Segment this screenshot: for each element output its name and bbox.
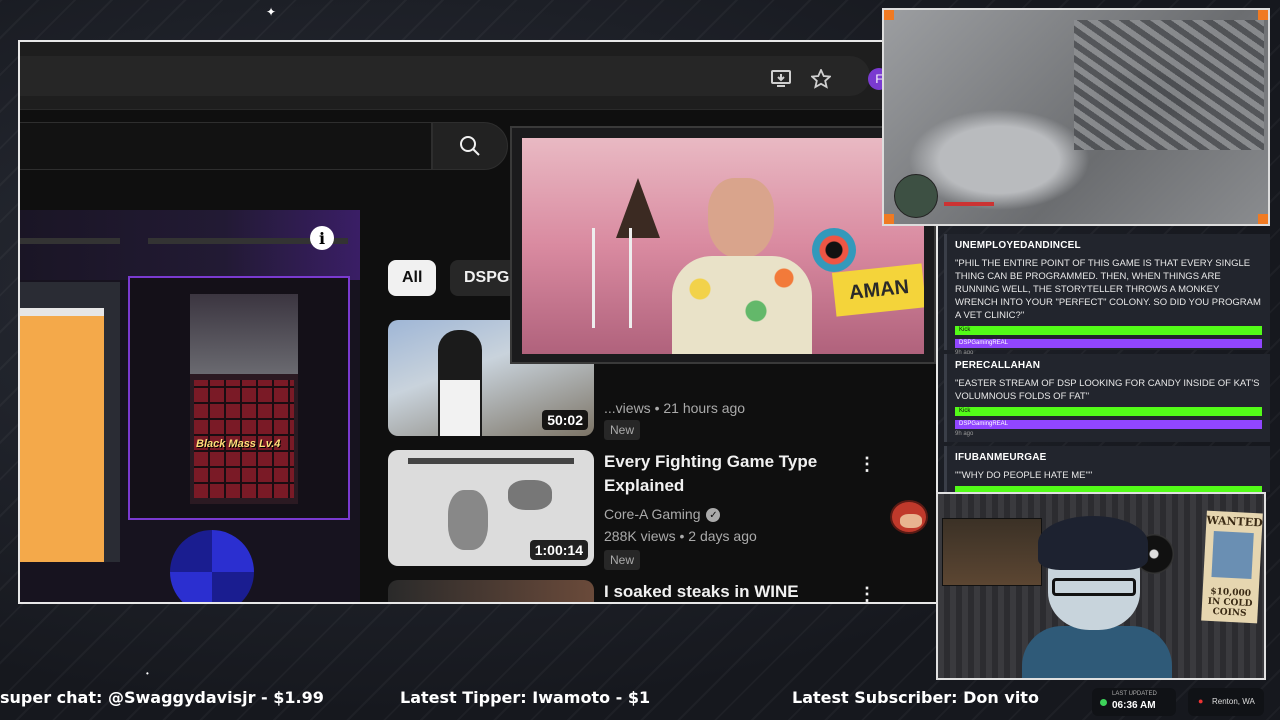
more-options-icon[interactable]: ⋮ (858, 454, 876, 475)
channel-label[interactable]: Core-A Gaming (604, 506, 700, 522)
game-level-label: Black Mass Lv.4 (196, 438, 281, 450)
new-badge: New (604, 550, 641, 570)
frame-corner (1258, 10, 1268, 20)
video-meta: ...views • 21 hours ago (604, 400, 746, 416)
sparkle-icon: • (146, 669, 149, 678)
address-bar[interactable] (20, 56, 870, 96)
channel-tag: DSPGamingREAL (955, 420, 1262, 429)
browser-toolbar: F (20, 42, 936, 110)
game-ruins (1074, 20, 1264, 150)
chat-text: "EASTER STREAM OF DSP LOOKING FOR CANDY … (955, 378, 1260, 402)
chat-username: IFUBANMEURGAE (955, 452, 1047, 463)
install-app-icon[interactable] (770, 68, 792, 90)
status-dot-icon (1100, 699, 1107, 706)
wanted-poster: WANTED $10,000 IN COLD COINS (1201, 510, 1264, 624)
bookmark-star-icon[interactable] (810, 68, 832, 90)
minimap (894, 174, 938, 218)
video-duration: 50:02 (542, 410, 588, 430)
latest-subscriber: Latest Subscriber: Don vito (792, 688, 1039, 707)
location-label: Renton, WA (1212, 697, 1255, 706)
wheel-graphic (170, 530, 254, 602)
more-options-icon[interactable]: ⋮ (858, 584, 876, 602)
search-button[interactable] (432, 122, 508, 170)
location-widget: ● Renton, WA (1188, 688, 1264, 716)
wanted-title: WANTED (1206, 513, 1264, 530)
player-header: i (20, 210, 360, 280)
facecam-video: AMAN (522, 138, 924, 354)
video-duration: 1:00:14 (529, 540, 588, 560)
location-pin-icon: ● (1198, 696, 1204, 706)
game-capture (882, 8, 1270, 226)
decor-skeleton (592, 228, 632, 328)
frame-corner (884, 10, 894, 20)
platform-tag: Kick (955, 326, 1262, 335)
latest-super-chat: super chat: @Swaggydavisjr - $1.99 (0, 688, 324, 707)
video-title[interactable]: Every Fighting Game Type Explained (604, 450, 824, 498)
channel-name[interactable]: Core-A Gaming ✓ (604, 506, 721, 523)
search-icon (460, 136, 480, 156)
chat-message: IFUBANMEURGAE ""WHY DO PEOPLE HATE ME"" (944, 446, 1270, 492)
editor-window (20, 282, 120, 562)
last-updated-widget: LAST UPDATED 06:36 AM (1092, 688, 1176, 716)
frame-corner (1258, 214, 1268, 224)
new-badge: New (604, 420, 641, 440)
mascot-icon (890, 500, 928, 534)
chat-username: UNEMPLOYEDANDINCEL (955, 240, 1081, 251)
chat-panel: UNEMPLOYEDANDINCEL "PHIL THE ENTIRE POIN… (944, 230, 1270, 492)
frame-corner (884, 214, 894, 224)
search-input[interactable] (20, 122, 432, 170)
avatar-cam: WANTED $10,000 IN COLD COINS (936, 492, 1266, 680)
chat-text: ""WHY DO PEOPLE HATE ME"" (955, 470, 1093, 481)
channel-tag: DSPGamingREAL (955, 339, 1262, 348)
chat-message: UNEMPLOYEDANDINCEL "PHIL THE ENTIRE POIN… (944, 234, 1270, 356)
updated-time: 06:36 AM (1112, 700, 1156, 711)
eyeball-decor (812, 228, 856, 272)
chip-all[interactable]: All (388, 260, 437, 296)
chat-message: PERECALLAHAN "EASTER STREAM OF DSP LOOKI… (944, 354, 1270, 442)
chat-username: PERECALLAHAN (955, 360, 1041, 371)
updated-label: LAST UPDATED (1112, 691, 1157, 697)
info-icon[interactable]: i (310, 226, 334, 250)
health-bar (944, 202, 994, 206)
browser-capture: F i Black Mass Lv.4 All DSPGa 50:02 ...v… (18, 40, 938, 604)
video-thumbnail[interactable] (388, 580, 594, 602)
vtuber-avatar (1022, 516, 1172, 678)
platform-tag: Kick (955, 407, 1262, 416)
phone-screen: Black Mass Lv.4 (190, 294, 298, 504)
latest-tipper: Latest Tipper: Iwamoto - $1 (400, 688, 651, 707)
miniplayer[interactable]: i Black Mass Lv.4 (20, 210, 360, 602)
video-title[interactable]: I soaked steaks in WINE for (604, 580, 824, 602)
wrestling-arena (190, 294, 298, 374)
zigzag-banner (522, 138, 924, 174)
chat-text: "PHIL THE ENTIRE POINT OF THIS GAME IS T… (955, 258, 1261, 321)
game-preview: Black Mass Lv.4 (128, 276, 350, 520)
streamer (672, 178, 812, 354)
wanted-reward: $10,000 IN COLD COINS (1207, 586, 1253, 619)
facecam-overlay: AMAN (510, 126, 936, 364)
video-meta: 288K views • 2 days ago (604, 528, 757, 544)
video-thumbnail[interactable]: 1:00:14 (388, 450, 594, 566)
verified-check-icon: ✓ (706, 508, 721, 523)
sparkle-icon: ✦ (266, 5, 277, 19)
alerts-ticker: super chat: @Swaggydavisjr - $1.99 Lates… (0, 684, 1280, 714)
yellow-sign: AMAN (831, 263, 924, 317)
chat-time: 9h ago (955, 431, 974, 437)
